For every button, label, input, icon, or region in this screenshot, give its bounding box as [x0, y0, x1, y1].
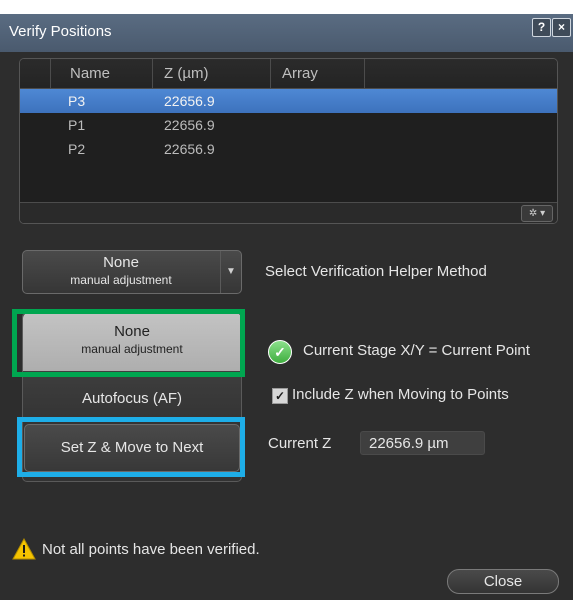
column-divider	[50, 59, 51, 88]
column-header-z[interactable]: Z (µm)	[164, 59, 208, 88]
include-z-label[interactable]: Include Z when Moving to Points	[292, 386, 509, 403]
close-button[interactable]: Close	[447, 569, 559, 594]
column-header-array[interactable]: Array	[282, 59, 318, 88]
chevron-down-icon[interactable]: ▼	[220, 251, 241, 293]
row-z: 22656.9	[164, 141, 215, 157]
close-window-button[interactable]: ×	[552, 18, 571, 37]
table-options-button[interactable]: ✲ ▾	[521, 205, 553, 222]
row-z: 22656.9	[164, 117, 215, 133]
window-title: Verify Positions	[9, 23, 112, 40]
title-bar: Verify Positions ? ×	[0, 14, 573, 52]
column-divider	[270, 59, 271, 88]
current-z-label: Current Z	[268, 435, 332, 452]
dropdown-selected-line2: manual adjustment	[70, 273, 172, 287]
row-name: P3	[68, 93, 86, 109]
table-row[interactable]: P1 22656.9	[20, 113, 557, 137]
check-circle-icon: ✓	[268, 340, 292, 364]
warning-icon	[12, 538, 36, 560]
dropdown-selected-value: None manual adjustment	[23, 254, 219, 288]
page-top-margin	[0, 0, 573, 14]
positions-table: Name Z (µm) Array P3 22656.9 P1 22656.9 …	[19, 58, 558, 224]
table-row[interactable]: P2 22656.9	[20, 137, 557, 161]
row-name: P1	[68, 117, 86, 133]
table-header: Name Z (µm) Array	[20, 59, 557, 89]
blue-highlight-box	[17, 417, 245, 477]
row-name: P2	[68, 141, 86, 157]
column-header-name[interactable]: Name	[70, 59, 110, 88]
stage-status-text: Current Stage X/Y = Current Point	[303, 342, 530, 359]
green-highlight-box	[12, 309, 245, 377]
include-z-checkbox[interactable]: ✓	[272, 388, 288, 404]
column-divider	[152, 59, 153, 88]
dropdown-selected-line1: None	[103, 254, 139, 271]
table-footer: ✲ ▾	[20, 202, 557, 223]
table-row[interactable]: P3 22656.9	[20, 89, 557, 113]
column-divider	[364, 59, 365, 88]
warning-text: Not all points have been verified.	[42, 541, 260, 558]
verify-positions-dialog: Verify Positions ? × Name Z (µm) Array P…	[0, 14, 573, 600]
row-z: 22656.9	[164, 93, 215, 109]
current-z-field: 22656.9 µm	[360, 431, 485, 455]
helper-method-label: Select Verification Helper Method	[265, 263, 487, 280]
helper-method-dropdown[interactable]: None manual adjustment ▼	[22, 250, 242, 294]
help-button[interactable]: ?	[532, 18, 551, 37]
